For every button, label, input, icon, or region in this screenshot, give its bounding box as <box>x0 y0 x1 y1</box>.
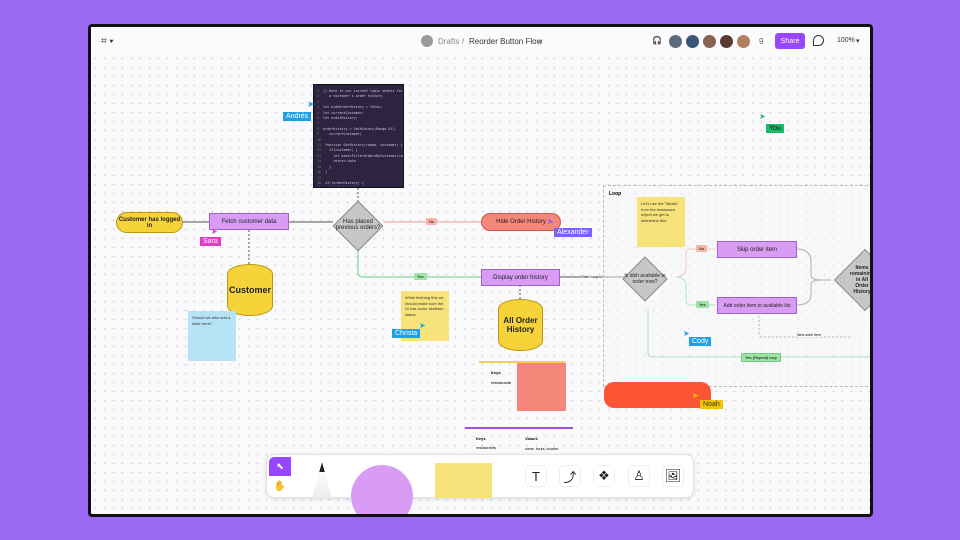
line-number: 10 <box>317 137 322 142</box>
line-number: 9 <box>317 132 320 137</box>
no-label: No <box>696 245 708 252</box>
line-number: 15 <box>317 164 322 169</box>
repeat-label: Yes (Repeat) loop <box>741 353 781 362</box>
decision-label: Has placed previous orders? <box>335 219 381 231</box>
sticky-tool-button[interactable] <box>435 463 492 498</box>
sticky-note-red[interactable] <box>517 363 566 411</box>
line-number: 12 <box>317 148 322 153</box>
line-number: 14 <box>317 159 322 164</box>
cursor-arrow-icon: ➤ <box>759 112 766 121</box>
skip-order-item[interactable]: Skip order item <box>717 241 797 258</box>
display-order-history[interactable]: Display order history <box>481 269 560 286</box>
image-icon: 🖼 <box>664 468 682 483</box>
cursor-arrow-icon: ➤ <box>692 391 699 400</box>
line-number: 4 <box>317 105 320 110</box>
table-header: Keys <box>491 370 501 375</box>
line-number: 8 <box>317 126 320 131</box>
code-text: hideOrderHistory = true <box>325 186 376 187</box>
code-text: } <box>325 170 328 175</box>
stamp-tool-button[interactable]: ♙ <box>628 465 650 487</box>
decision-label: Items remaining in All Order History <box>850 265 873 295</box>
components-icon: ❖ <box>598 468 610 483</box>
marker-tool-button[interactable] <box>312 462 332 498</box>
line-number: 16 <box>317 170 322 175</box>
line-number: 11 <box>317 143 322 148</box>
line-number: 3 <box>317 99 320 104</box>
line-number: 17 <box>317 175 322 180</box>
start-loop-label: Start loop <box>581 274 599 279</box>
cursor-arrow-icon: ➤ <box>547 217 554 226</box>
code-text: let data=FilterOrdersByCustomer(range) <box>325 153 404 158</box>
code-text: let currentCustomer; <box>323 110 364 115</box>
no-label: No <box>426 218 438 225</box>
cursor-sara: Sara <box>200 237 221 246</box>
code-line: 19 hideOrderHistory = true <box>317 186 400 187</box>
code-text: if(customer) { <box>325 148 358 153</box>
yes-label: Yes <box>414 273 427 280</box>
yes-label: Yes <box>696 301 709 308</box>
cursor-you: You <box>766 124 784 133</box>
line-number: 5 <box>317 110 320 115</box>
order-history-database[interactable]: All Order History <box>498 299 543 351</box>
next-item-label: Next order item <box>797 333 821 337</box>
table-cell: name, hours, location <box>525 447 559 451</box>
code-text: return data <box>325 159 356 164</box>
sticky-note-yellow[interactable]: Let's use the "Meals" from the restauran… <box>637 197 685 247</box>
code-text: a customer's order history. <box>323 94 385 99</box>
table-header: Values <box>525 436 538 441</box>
code-text: let hideOrderHistory = false; <box>323 105 383 110</box>
sticky-note-blue[interactable]: Should we also add a table here? <box>188 311 236 361</box>
table-cell: restaurants <box>476 445 497 450</box>
start-terminal[interactable]: Customer has logged in <box>116 212 183 233</box>
image-tool-button[interactable]: 🖼 <box>662 465 684 487</box>
code-text: let orderHistory; <box>323 116 358 121</box>
cursor-icon: ⬉ <box>276 461 284 471</box>
customer-database[interactable]: Customer <box>227 264 273 316</box>
cursor-arrow-icon: ➤ <box>211 227 218 236</box>
pen-icon <box>319 462 325 472</box>
line-number: 2 <box>317 94 320 99</box>
hand-icon: ✋ <box>273 481 287 492</box>
table-cell: restaurants <box>491 380 512 385</box>
decision-label: Is dish available to order now? <box>624 273 666 285</box>
table-divider <box>465 427 573 429</box>
figjam-window: ⌗ ▾ Drafts / Reorder Button Flow ▾ 🎧 9 S… <box>88 24 873 517</box>
connector-icon: ⤴ <box>563 469 577 485</box>
cursor-andres: Andrés <box>283 112 312 121</box>
line-number: 13 <box>317 153 322 158</box>
code-text: if(!orderHistory) { <box>325 180 364 185</box>
table-header: Keys <box>476 436 486 441</box>
cursor-noah: Noah <box>700 400 723 409</box>
add-order-item[interactable]: Add order item to available list <box>717 297 797 314</box>
section-title: Loop <box>609 191 622 197</box>
code-text: currentCustomer) <box>323 132 362 137</box>
move-tool-button[interactable]: ⬉ <box>269 457 291 476</box>
text-icon: T <box>532 468 540 484</box>
line-number: 19 <box>317 186 321 187</box>
cursor-christa: Christa <box>392 329 421 338</box>
text-tool-button[interactable]: T <box>525 465 547 487</box>
cursor-arrow-icon: ➤ <box>307 99 315 109</box>
stamp-icon: ♙ <box>633 468 645 483</box>
cursor-alexander: Alexander <box>554 228 592 237</box>
code-text: // Here is our current logic sheets for <box>323 89 403 93</box>
code-text: orderHistory = GetHistory(Range.All, <box>323 126 397 131</box>
fetch-customer-data[interactable]: Fetch customer data <box>209 213 289 230</box>
cursor-cody: Cody <box>689 337 712 346</box>
code-text: function GetHistory(range, customer) { <box>325 143 403 148</box>
line-number: 7 <box>317 121 320 126</box>
bottom-toolbar: ⬉ ✋ T ⤴ ❖ ♙ 🖼 <box>266 454 694 514</box>
connector-tool-button[interactable]: ⤴ <box>559 465 581 487</box>
components-tool-button[interactable]: ❖ <box>593 465 615 487</box>
line-number: 1 <box>317 89 320 93</box>
line-number: 18 <box>317 180 322 185</box>
line-number: 6 <box>317 116 320 121</box>
hand-tool-button[interactable]: ✋ <box>269 477 291 496</box>
shape-tool-button[interactable] <box>351 465 413 514</box>
code-text: } <box>325 164 332 169</box>
code-block[interactable]: 1// Here is our current logic sheets for… <box>313 84 404 188</box>
